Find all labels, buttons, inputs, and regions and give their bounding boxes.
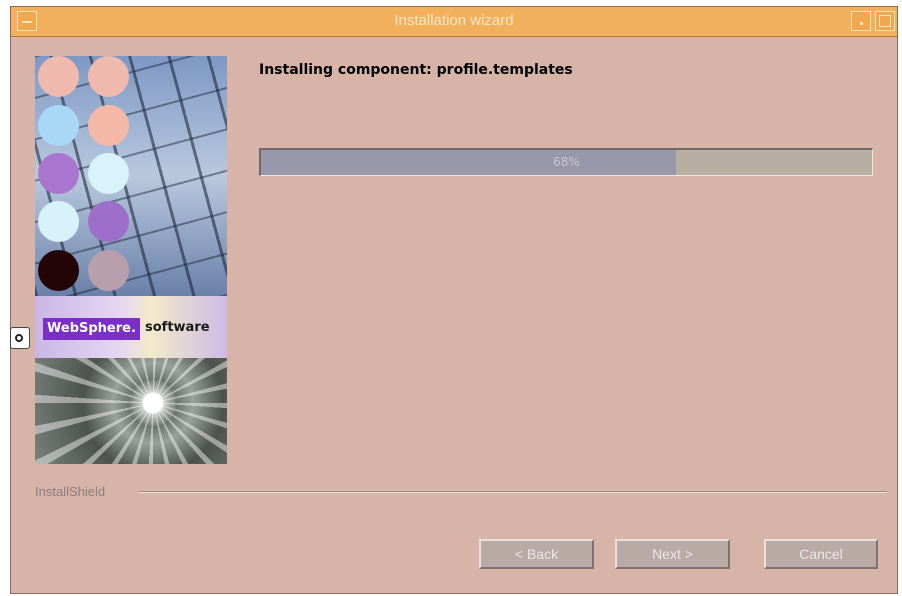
- decor-circle: [38, 153, 79, 194]
- software-label: software: [145, 320, 210, 335]
- next-button[interactable]: Next >: [615, 539, 730, 569]
- title-bar[interactable]: Installation wizard: [11, 7, 897, 37]
- window-title: Installation wizard: [394, 12, 514, 29]
- maximize-icon[interactable]: [875, 11, 895, 31]
- decor-circle: [38, 56, 79, 97]
- divider-line: [139, 491, 887, 493]
- websphere-side-image: WebSphere. software: [35, 56, 227, 464]
- side-marker-icon: [10, 327, 30, 349]
- installshield-label: InstallShield: [35, 484, 114, 499]
- decor-circle: [38, 250, 79, 291]
- minimize-icon[interactable]: [851, 11, 871, 31]
- installer-window: Installation wizard WebSphere. software …: [10, 6, 898, 594]
- decor-circle: [88, 201, 129, 242]
- installshield-divider: InstallShield: [35, 484, 887, 500]
- cancel-button[interactable]: Cancel: [764, 539, 878, 569]
- back-button[interactable]: < Back: [479, 539, 594, 569]
- decor-circle: [88, 56, 129, 97]
- progress-percent-label: 68%: [553, 155, 580, 169]
- install-status-text: Installing component: profile.templates: [259, 62, 573, 78]
- decor-circle: [38, 201, 79, 242]
- websphere-logo: WebSphere.: [43, 318, 140, 340]
- decor-circle: [38, 105, 79, 146]
- progress-bar: 68%: [259, 148, 873, 176]
- decor-circle: [88, 250, 129, 291]
- decor-circle: [88, 105, 129, 146]
- light-burst-graphic: [35, 358, 227, 464]
- decor-circle: [88, 153, 129, 194]
